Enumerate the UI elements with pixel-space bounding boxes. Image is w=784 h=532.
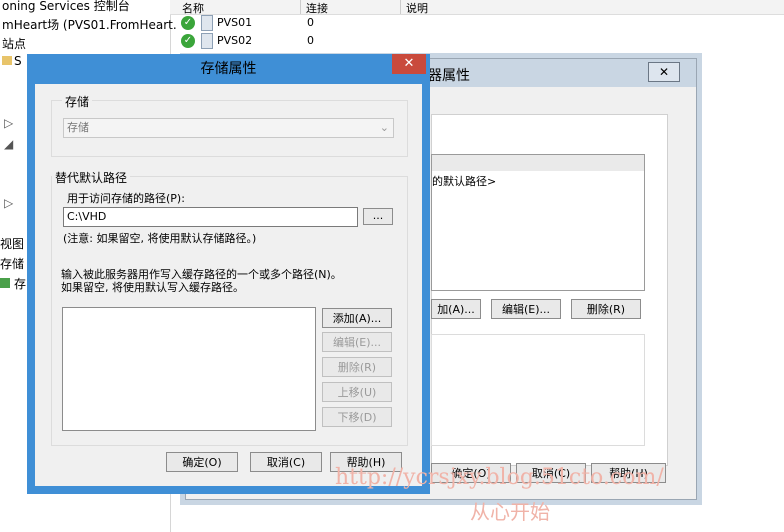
check-status-icon: ✓ (181, 34, 195, 48)
check-status-icon: ✓ (181, 16, 195, 30)
server-row[interactable]: ✓ PVS01 0 (170, 14, 784, 32)
edit-path-button[interactable]: 编辑(E)... (322, 332, 392, 352)
chevron-right-icon[interactable]: ▷ (4, 116, 13, 130)
delete-path-button[interactable]: 删除(R) (322, 357, 392, 377)
ok-button[interactable]: 确定(O) (166, 452, 238, 472)
tree-farm-node[interactable]: mHeart场 (PVS01.FromHeart. (2, 16, 177, 33)
write-cache-path-list[interactable] (62, 307, 316, 431)
close-icon[interactable]: ✕ (392, 54, 426, 74)
back-group-box (431, 334, 645, 446)
back-add-button[interactable]: 加(A)... (431, 299, 481, 319)
chevron-down-icon[interactable]: ◢ (4, 137, 13, 151)
storage-group-label: 存储 (62, 93, 93, 110)
tree-store-label: 存 (14, 277, 27, 291)
default-path-list-item[interactable]: 的默认路径> (432, 173, 496, 189)
server-row[interactable]: ✓ PVS02 0 (170, 32, 784, 50)
back-edit-button[interactable]: 编辑(E)... (491, 299, 561, 319)
tree-site-node[interactable]: S (2, 54, 22, 68)
server-name: PVS01 (217, 16, 253, 29)
close-icon[interactable]: ✕ (648, 62, 680, 82)
back-delete-button[interactable]: 删除(R) (571, 299, 641, 319)
move-down-button[interactable]: 下移(D) (322, 407, 392, 427)
watermark-url: http://ycrsjxy.blog.51cto.com/ (335, 465, 664, 490)
server-icon (201, 15, 213, 31)
server-connections: 0 (307, 34, 314, 47)
folder-icon (2, 56, 12, 65)
default-path-list[interactable]: 的默认路径> (431, 154, 645, 291)
browse-button[interactable]: ... (363, 208, 393, 225)
server-list-header: 名称 连接 说明 (170, 0, 784, 15)
server-name: PVS02 (217, 34, 253, 47)
tree-sites-node[interactable]: 站点 (2, 35, 26, 52)
tree-root-label[interactable]: oning Services 控制台 (2, 0, 130, 14)
alternate-path-group-label: 替代默认路径 (52, 169, 131, 186)
server-connections: 0 (307, 16, 314, 29)
chevron-down-icon: ⌄ (379, 121, 389, 134)
tree-storage-node[interactable]: 存储 (0, 255, 24, 272)
watermark-slogan: 从心开始 (470, 500, 550, 524)
cancel-button[interactable]: 取消(C) (250, 452, 322, 472)
access-path-value: C:\VHD (67, 210, 107, 223)
add-path-button[interactable]: 添加(A)... (322, 308, 392, 328)
access-path-label: 用于访问存储的路径(P): (67, 192, 185, 205)
storage-select-value: 存储 (67, 121, 89, 134)
tree-views-node[interactable]: 视图 (0, 235, 24, 252)
access-path-input[interactable]: C:\VHD (63, 207, 358, 227)
chevron-right-icon[interactable]: ▷ (4, 196, 13, 210)
storage-properties-dialog: 存储属性 ✕ 存储 存储 ⌄ 替代默认路径 用于访问存储的路径(P): C:\V… (27, 54, 430, 494)
dialog-body: 存储 存储 ⌄ 替代默认路径 用于访问存储的路径(P): C:\VHD ... … (35, 84, 422, 486)
dialog-title: 存储属性 (200, 61, 257, 77)
tree-store-node[interactable]: 存 (0, 275, 26, 292)
server-properties-title: 器属性 (428, 68, 470, 84)
empty-path-note: (注意: 如果留空, 将使用默认存储路径。) (63, 232, 257, 245)
server-icon (201, 33, 213, 49)
storage-select: 存储 ⌄ (63, 118, 394, 138)
tree-site-label: S (14, 54, 22, 68)
storage-icon (0, 278, 10, 288)
move-up-button[interactable]: 上移(U) (322, 382, 392, 402)
cache-instructions-line2: 如果留空, 将使用默认写入缓存路径。 (61, 281, 244, 294)
